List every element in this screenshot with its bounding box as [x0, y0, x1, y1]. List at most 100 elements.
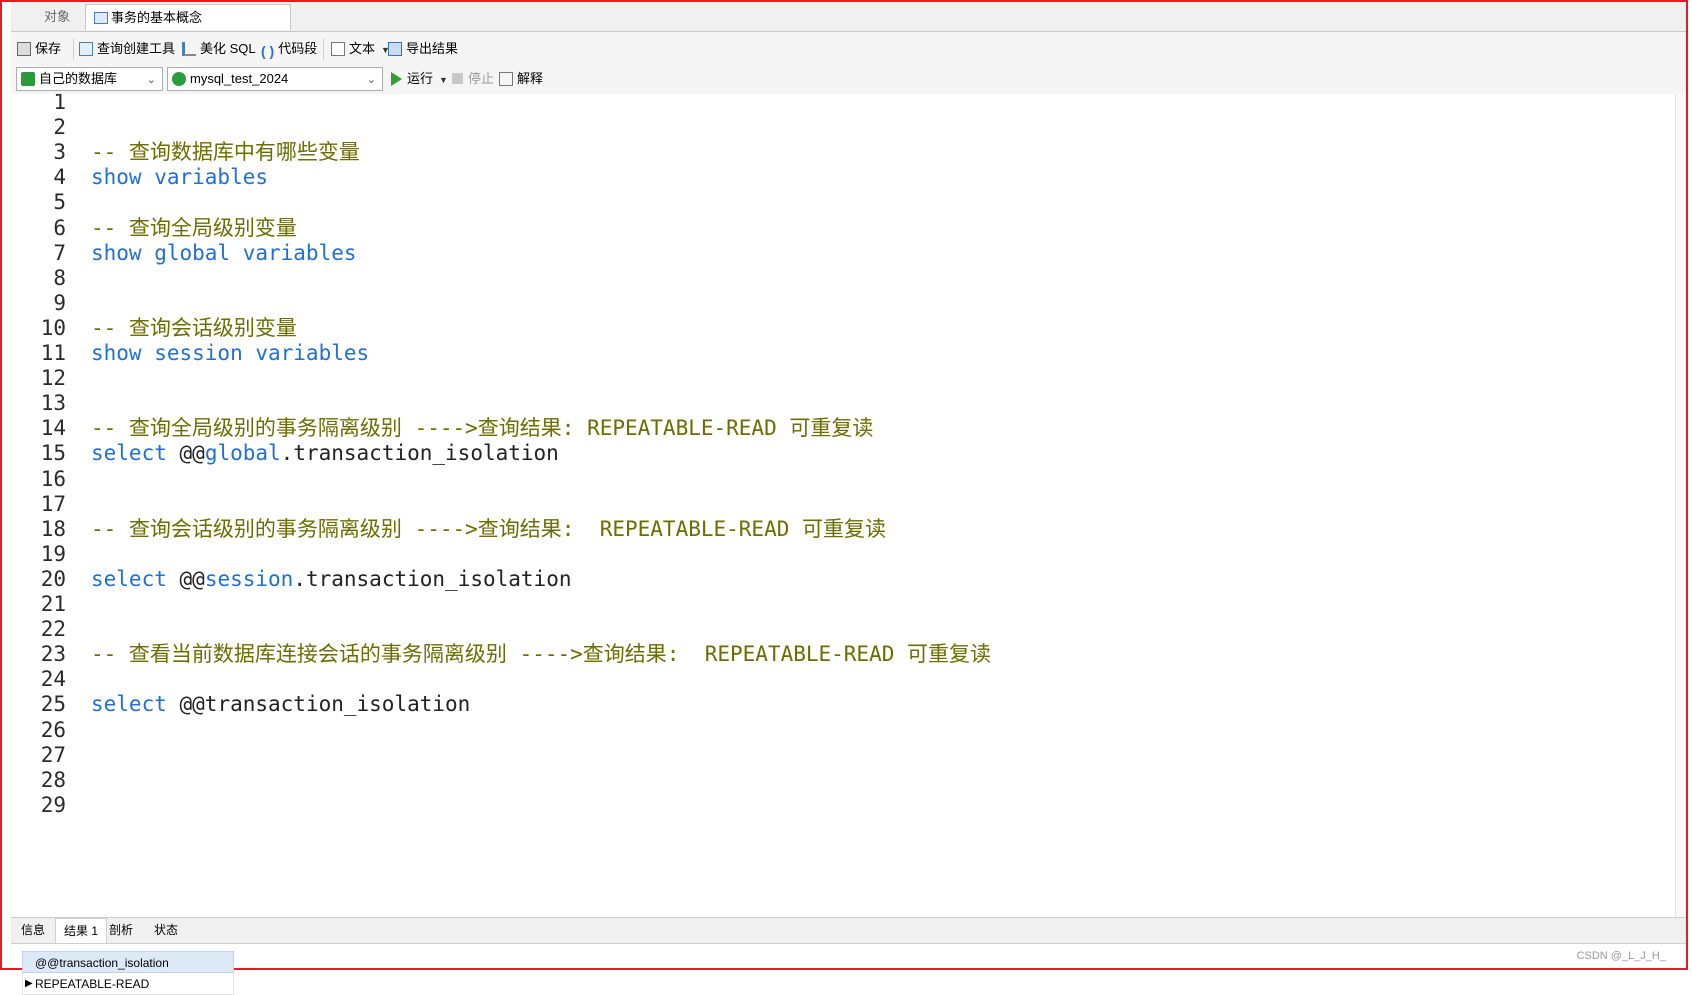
sql-editor[interactable]: 1 2 3 -- 查询数据库中有哪些变量 4 show variables 5 6 -- 查询全… [11, 94, 1676, 917]
chevron-down-icon: ⌄ [146, 74, 156, 86]
code-line[interactable]: -- 查询全局级别的事务隔离级别 ---->查询结果: REPEATABLE-R… [91, 415, 873, 442]
code-line[interactable]: select @@transaction_isolation [91, 691, 470, 718]
line-number: 18 [40, 516, 66, 541]
export-results-button[interactable]: 导出结果 [388, 39, 458, 59]
sql-keyword: show variables [91, 165, 269, 190]
line-number: 19 [40, 541, 66, 566]
code-line[interactable]: -- 查询全局级别变量 [91, 215, 297, 242]
stop-button[interactable]: 停止 [452, 69, 494, 89]
line-number: 20 [40, 566, 66, 591]
beautify-sql-button[interactable]: 美化 SQL [182, 39, 256, 59]
query-window: 对象 事务的基本概念 @mysql_test... 保存 查询创建工具 美化 S… [11, 2, 1686, 995]
chevron-down-icon: ▼ [439, 75, 448, 85]
save-label: 保存 [35, 41, 62, 56]
database-select[interactable]: mysql_test_2024 ⌄ [167, 67, 383, 91]
toolbar-divider [323, 38, 324, 60]
query-builder-icon [79, 42, 93, 56]
sql-keyword: select [91, 692, 180, 717]
code-line[interactable]: -- 查看当前数据库连接会话的事务隔离级别 ---->查询结果: REPEATA… [91, 641, 991, 668]
sql-comment: -- 查询全局级别的事务隔离级别 ---->查询结果: REPEATABLE-R… [91, 416, 874, 441]
explain-button[interactable]: 解释 [499, 69, 543, 89]
line-number: 25 [40, 692, 66, 717]
sql-keyword: session [204, 566, 294, 591]
sql-comment: -- 查询会话级别的事务隔离级别 ---->查询结果: REPEATABLE-R… [91, 516, 887, 541]
table-row[interactable]: ▶ REPEATABLE-READ [22, 973, 234, 995]
line-number: 1 [53, 94, 66, 114]
table-cell[interactable]: REPEATABLE-READ [35, 977, 149, 991]
code-line[interactable]: show variables [91, 164, 268, 191]
code-line[interactable]: select @@session.transaction_isolation [91, 566, 571, 593]
results-panel: 信息 结果 1 剖析 状态 @@transaction_isolation ▶ … [11, 917, 1686, 995]
connection-select[interactable]: 自己的数据库 ⌄ [16, 67, 163, 91]
line-number: 14 [40, 416, 66, 441]
snippet-button[interactable]: ( ) 代码段 [261, 39, 317, 59]
tab-result-1[interactable]: 结果 1 [55, 918, 108, 943]
code-line[interactable]: -- 查询数据库中有哪些变量 [91, 139, 360, 166]
editor-scrollbar[interactable] [1675, 94, 1686, 917]
query-builder-button[interactable]: 查询创建工具 [79, 39, 175, 59]
tab-profile[interactable]: 剖析 [101, 918, 141, 943]
sql-keyword: show session variables [91, 341, 370, 365]
line-number: 17 [40, 491, 66, 516]
tab-objects[interactable]: 对象 [25, 4, 89, 30]
result-grid[interactable]: @@transaction_isolation ▶ REPEATABLE-REA… [22, 951, 234, 995]
sql-keyword: show global variables [91, 240, 357, 265]
run-label: 运行 [407, 71, 434, 86]
sql-text: @@ [179, 441, 205, 466]
window-frame: 对象 事务的基本概念 @mysql_test... 保存 查询创建工具 美化 S… [0, 0, 1688, 995]
tab-info[interactable]: 信息 [13, 918, 53, 943]
save-icon [17, 42, 31, 56]
beautify-icon [182, 42, 196, 56]
tab-active-query[interactable]: 事务的基本概念 @mysql_test... [85, 4, 291, 51]
sql-comment: -- 查询会话级别变量 [91, 315, 297, 340]
line-number: 4 [53, 165, 66, 190]
connection-icon [21, 72, 35, 86]
line-number: 15 [40, 441, 66, 466]
tab-bar: 对象 事务的基本概念 @mysql_test... [11, 2, 1686, 51]
code-line[interactable]: -- 查询会话级别的事务隔离级别 ---->查询结果: REPEATABLE-R… [91, 516, 886, 543]
sql-keyword: global [204, 441, 281, 466]
column-header[interactable]: @@transaction_isolation [22, 951, 234, 973]
code-line[interactable]: show global variables [91, 240, 357, 267]
code-line[interactable]: -- 查询会话级别变量 [91, 315, 297, 342]
beautify-label: 美化 SQL [200, 41, 256, 56]
save-button[interactable]: 保存 [17, 39, 61, 59]
line-number: 11 [40, 341, 66, 365]
row-pointer-icon: ▶ [25, 978, 33, 989]
sql-keyword: select [91, 441, 180, 466]
line-number: 29 [40, 792, 66, 817]
chevron-down-icon: ⌄ [366, 74, 376, 86]
explain-icon [499, 72, 513, 86]
sql-comment: -- 查看当前数据库连接会话的事务隔离级别 ---->查询结果: REPEATA… [91, 642, 992, 667]
line-number: 27 [40, 742, 66, 767]
line-number: 26 [40, 717, 66, 742]
export-label: 导出结果 [406, 41, 459, 56]
text-button[interactable]: 文本 ▼ [331, 39, 390, 59]
line-number: 28 [40, 767, 66, 792]
text-label: 文本 [349, 41, 376, 56]
query-builder-label: 查询创建工具 [97, 41, 176, 56]
database-icon [172, 72, 186, 86]
sql-keyword: select [91, 566, 180, 591]
sql-text: @@ [179, 566, 205, 591]
connection-name: 自己的数据库 [39, 71, 118, 86]
line-number: 21 [40, 592, 66, 616]
toolbar-divider [73, 38, 74, 60]
stop-label: 停止 [468, 71, 495, 86]
line-number: 3 [53, 140, 66, 165]
editor-toolbar: 保存 查询创建工具 美化 SQL ( ) 代码段 文本 ▼ 导出结果 [11, 32, 1686, 64]
line-number: 5 [53, 190, 66, 215]
run-button[interactable]: 运行 ▼ [391, 69, 448, 89]
code-line[interactable]: show session variables [91, 340, 369, 367]
connection-toolbar: 自己的数据库 ⌄ mysql_test_2024 ⌄ 运行 ▼ 停止 解释 [11, 64, 1686, 94]
tab-status[interactable]: 状态 [146, 918, 186, 943]
code-line[interactable]: select @@global.transaction_isolation [91, 440, 559, 467]
line-number: 10 [40, 315, 66, 340]
line-number: 22 [40, 617, 66, 642]
sql-text: .transaction_isolation [293, 566, 572, 591]
sql-comment: -- 查询数据库中有哪些变量 [91, 140, 360, 165]
line-number: 9 [53, 290, 66, 315]
database-name: mysql_test_2024 [190, 71, 289, 86]
sql-comment: -- 查询全局级别变量 [91, 215, 297, 240]
export-icon [388, 42, 402, 56]
